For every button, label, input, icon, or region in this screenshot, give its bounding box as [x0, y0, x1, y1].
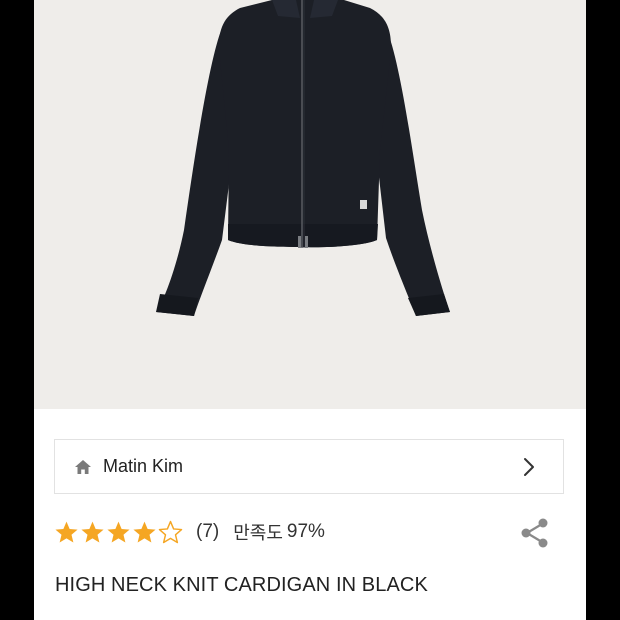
cardigan-image: [34, 0, 586, 409]
chevron-right-icon: [519, 456, 539, 478]
product-page: Matin Kim (7) 만족도 97% HIGH NECK KNIT CAR…: [34, 0, 586, 620]
brand-link[interactable]: Matin Kim: [54, 439, 564, 494]
rating-row: (7) 만족도 97%: [54, 514, 554, 550]
star-rating: [54, 520, 184, 545]
star-filled-icon: [107, 521, 130, 542]
brand-name: Matin Kim: [103, 456, 184, 476]
star-empty-icon: [158, 520, 183, 543]
product-title: HIGH NECK KNIT CARDIGAN IN BLACK: [55, 574, 428, 596]
star-filled-icon: [81, 521, 104, 542]
share-icon[interactable]: [518, 516, 552, 550]
star-filled-icon: [55, 521, 78, 542]
home-icon: [73, 457, 93, 477]
review-count[interactable]: (7): [196, 521, 219, 543]
satisfaction-value: 97%: [286, 521, 325, 542]
star-filled-icon: [133, 521, 156, 542]
product-image[interactable]: [34, 0, 586, 409]
satisfaction-label: 만족도: [233, 523, 283, 543]
